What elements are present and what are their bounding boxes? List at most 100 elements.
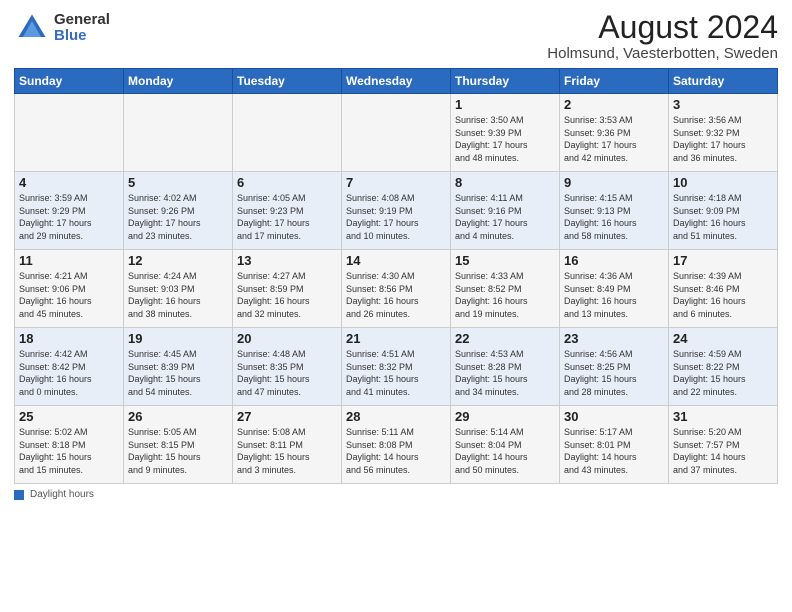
calendar-cell: 16Sunrise: 4:36 AM Sunset: 8:49 PM Dayli…: [560, 250, 669, 328]
day-number: 27: [237, 409, 337, 424]
day-number: 23: [564, 331, 664, 346]
daylight-dot: [14, 490, 24, 500]
calendar-cell: 10Sunrise: 4:18 AM Sunset: 9:09 PM Dayli…: [669, 172, 778, 250]
calendar-day-header: Thursday: [451, 69, 560, 94]
day-number: 29: [455, 409, 555, 424]
logo-text: General Blue: [54, 12, 110, 45]
day-number: 17: [673, 253, 773, 268]
day-info: Sunrise: 4:48 AM Sunset: 8:35 PM Dayligh…: [237, 348, 337, 398]
calendar-cell: 13 Sunrise: 4:27 AM Sunset: 8:59 PM Dayli…: [233, 250, 342, 328]
calendar-day-header: Sunday: [15, 69, 124, 94]
day-number: 1: [455, 97, 555, 112]
day-number: 9: [564, 175, 664, 190]
calendar-cell: 20 Sunrise: 4:48 AM Sunset: 8:35 PM Dayli…: [233, 328, 342, 406]
day-number: 20: [237, 331, 337, 346]
day-info: Sunrise: 4:56 AM Sunset: 8:25 PM Dayligh…: [564, 348, 664, 398]
logo-icon: [14, 10, 50, 46]
logo: General Blue: [14, 10, 110, 46]
day-info: Sunrise: 4:11 AM Sunset: 9:16 PM Dayligh…: [455, 192, 555, 242]
calendar-cell: 18 Sunrise: 4:42 AM Sunset: 8:42 PM Dayli…: [15, 328, 124, 406]
day-info: Sunrise: 3:56 AM Sunset: 9:32 PM Dayligh…: [673, 114, 773, 164]
calendar-cell: 7 Sunrise: 4:08 AM Sunset: 9:19 PM Daylig…: [342, 172, 451, 250]
calendar-cell: 17 Sunrise: 4:39 AM Sunset: 8:46 PM Dayli…: [669, 250, 778, 328]
calendar-cell: [342, 94, 451, 172]
day-info: Sunrise: 5:20 AM Sunset: 7:57 PM Dayligh…: [673, 426, 773, 476]
day-info: Sunrise: 4:30 AM Sunset: 8:56 PM Dayligh…: [346, 270, 446, 320]
day-number: 2: [564, 97, 664, 112]
calendar-cell: 24 Sunrise: 4:59 AM Sunset: 8:22 PM Dayli…: [669, 328, 778, 406]
calendar-cell: [124, 94, 233, 172]
day-number: 7: [346, 175, 446, 190]
day-number: 24: [673, 331, 773, 346]
day-info: Sunrise: 4:33 AM Sunset: 8:52 PM Dayligh…: [455, 270, 555, 320]
month-title: August 2024: [547, 10, 778, 45]
day-number: 22: [455, 331, 555, 346]
day-number: 13: [237, 253, 337, 268]
day-number: 18: [19, 331, 119, 346]
calendar-cell: 25 Sunrise: 5:02 AM Sunset: 8:18 PM Dayli…: [15, 406, 124, 484]
day-number: 5: [128, 175, 228, 190]
day-number: 11: [19, 253, 119, 268]
day-info: Sunrise: 5:05 AM Sunset: 8:15 PM Dayligh…: [128, 426, 228, 476]
day-number: 10: [673, 175, 773, 190]
calendar-cell: 6 Sunrise: 4:05 AM Sunset: 9:23 PM Daylig…: [233, 172, 342, 250]
calendar-cell: 21 Sunrise: 4:51 AM Sunset: 8:32 PM Dayli…: [342, 328, 451, 406]
day-number: 25: [19, 409, 119, 424]
day-info: Sunrise: 5:02 AM Sunset: 8:18 PM Dayligh…: [19, 426, 119, 476]
calendar-week-row: 18 Sunrise: 4:42 AM Sunset: 8:42 PM Dayli…: [15, 328, 778, 406]
calendar-cell: 27 Sunrise: 5:08 AM Sunset: 8:11 PM Dayli…: [233, 406, 342, 484]
calendar-cell: 26Sunrise: 5:05 AM Sunset: 8:15 PM Dayli…: [124, 406, 233, 484]
calendar-week-row: 4Sunrise: 3:59 AM Sunset: 9:29 PM Daylig…: [15, 172, 778, 250]
calendar-day-header: Wednesday: [342, 69, 451, 94]
day-info: Sunrise: 4:27 AM Sunset: 8:59 PM Dayligh…: [237, 270, 337, 320]
day-info: Sunrise: 4:39 AM Sunset: 8:46 PM Dayligh…: [673, 270, 773, 320]
calendar-header-row: SundayMondayTuesdayWednesdayThursdayFrid…: [15, 69, 778, 94]
title-block: August 2024 Holmsund, Vaesterbotten, Swe…: [547, 10, 778, 62]
calendar-cell: [15, 94, 124, 172]
day-info: Sunrise: 3:53 AM Sunset: 9:36 PM Dayligh…: [564, 114, 664, 164]
day-info: Sunrise: 4:08 AM Sunset: 9:19 PM Dayligh…: [346, 192, 446, 242]
calendar-cell: 23 Sunrise: 4:56 AM Sunset: 8:25 PM Dayli…: [560, 328, 669, 406]
calendar-cell: 15 Sunrise: 4:33 AM Sunset: 8:52 PM Dayli…: [451, 250, 560, 328]
calendar-day-header: Friday: [560, 69, 669, 94]
day-info: Sunrise: 4:51 AM Sunset: 8:32 PM Dayligh…: [346, 348, 446, 398]
day-number: 6: [237, 175, 337, 190]
day-info: Sunrise: 4:24 AM Sunset: 9:03 PM Dayligh…: [128, 270, 228, 320]
calendar-cell: 2 Sunrise: 3:53 AM Sunset: 9:36 PM Daylig…: [560, 94, 669, 172]
day-info: Sunrise: 3:50 AM Sunset: 9:39 PM Dayligh…: [455, 114, 555, 164]
day-number: 19: [128, 331, 228, 346]
day-info: Sunrise: 4:15 AM Sunset: 9:13 PM Dayligh…: [564, 192, 664, 242]
calendar-cell: 22 Sunrise: 4:53 AM Sunset: 8:28 PM Dayli…: [451, 328, 560, 406]
calendar-day-header: Monday: [124, 69, 233, 94]
calendar-cell: 1 Sunrise: 3:50 AM Sunset: 9:39 PM Daylig…: [451, 94, 560, 172]
day-info: Sunrise: 5:08 AM Sunset: 8:11 PM Dayligh…: [237, 426, 337, 476]
calendar-day-header: Tuesday: [233, 69, 342, 94]
calendar-week-row: 1 Sunrise: 3:50 AM Sunset: 9:39 PM Daylig…: [15, 94, 778, 172]
location-title: Holmsund, Vaesterbotten, Sweden: [547, 45, 778, 62]
logo-general: General: [54, 12, 110, 29]
day-number: 15: [455, 253, 555, 268]
calendar-week-row: 25 Sunrise: 5:02 AM Sunset: 8:18 PM Dayli…: [15, 406, 778, 484]
day-number: 31: [673, 409, 773, 424]
calendar-table: SundayMondayTuesdayWednesdayThursdayFrid…: [14, 68, 778, 484]
day-info: Sunrise: 4:21 AM Sunset: 9:06 PM Dayligh…: [19, 270, 119, 320]
day-info: Sunrise: 4:53 AM Sunset: 8:28 PM Dayligh…: [455, 348, 555, 398]
calendar-cell: 30Sunrise: 5:17 AM Sunset: 8:01 PM Dayli…: [560, 406, 669, 484]
calendar-cell: 8Sunrise: 4:11 AM Sunset: 9:16 PM Daylig…: [451, 172, 560, 250]
day-number: 21: [346, 331, 446, 346]
day-number: 12: [128, 253, 228, 268]
day-info: Sunrise: 4:05 AM Sunset: 9:23 PM Dayligh…: [237, 192, 337, 242]
day-info: Sunrise: 4:42 AM Sunset: 8:42 PM Dayligh…: [19, 348, 119, 398]
calendar-cell: 28Sunrise: 5:11 AM Sunset: 8:08 PM Dayli…: [342, 406, 451, 484]
day-number: 30: [564, 409, 664, 424]
footer: Daylight hours: [14, 489, 778, 500]
calendar-week-row: 11 Sunrise: 4:21 AM Sunset: 9:06 PM Dayli…: [15, 250, 778, 328]
day-number: 16: [564, 253, 664, 268]
day-info: Sunrise: 4:02 AM Sunset: 9:26 PM Dayligh…: [128, 192, 228, 242]
day-info: Sunrise: 4:59 AM Sunset: 8:22 PM Dayligh…: [673, 348, 773, 398]
calendar-cell: 19Sunrise: 4:45 AM Sunset: 8:39 PM Dayli…: [124, 328, 233, 406]
calendar-cell: 4Sunrise: 3:59 AM Sunset: 9:29 PM Daylig…: [15, 172, 124, 250]
day-number: 28: [346, 409, 446, 424]
day-number: 4: [19, 175, 119, 190]
logo-blue: Blue: [54, 28, 110, 45]
